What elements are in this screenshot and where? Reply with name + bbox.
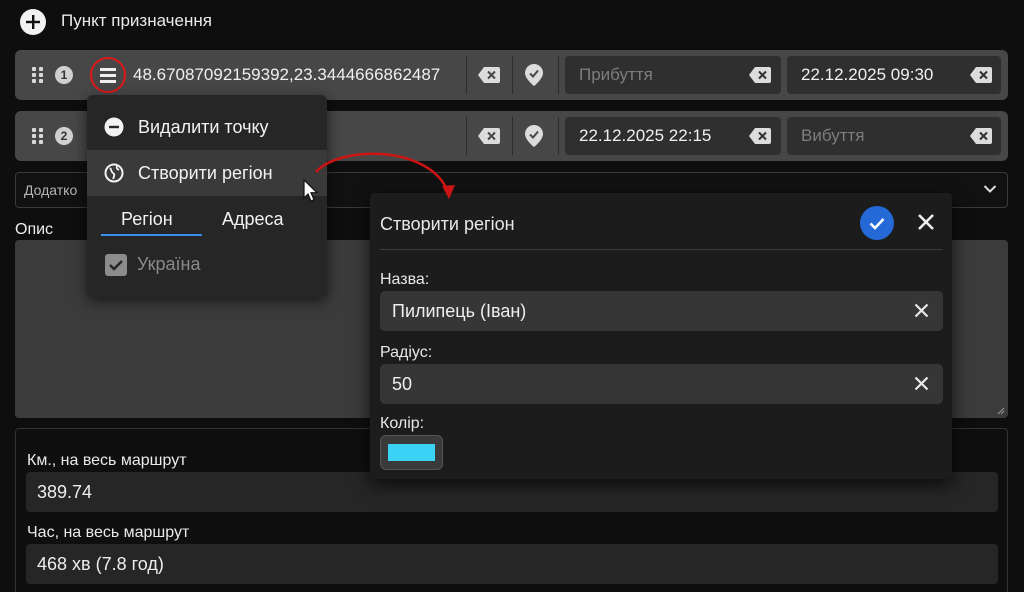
confirm-button[interactable] — [860, 206, 894, 240]
km-value: 389.74 — [37, 482, 93, 502]
delete-point-label: Видалити точку — [138, 117, 269, 137]
header-title: Пункт призначення — [61, 11, 212, 30]
arrival-value: 22.12.2025 22:15 — [579, 126, 712, 145]
description-label: Опис — [15, 221, 54, 238]
close-icon[interactable] — [917, 213, 935, 231]
plus-circle-icon — [26, 15, 40, 29]
time-value: 468 хв (7.8 год) — [37, 554, 164, 574]
remove-circle-icon — [104, 117, 124, 137]
waypoint-row-1: 1 48.67087092159392,23.3444666862487 При… — [15, 50, 1008, 100]
time-label: Час, на весь маршрут — [27, 524, 190, 541]
arrival-field[interactable]: Прибуття — [565, 56, 781, 94]
clear-departure-icon[interactable] — [970, 128, 992, 144]
clear-radius-icon[interactable] — [914, 376, 929, 391]
check-icon — [869, 218, 885, 230]
clear-name-icon[interactable] — [914, 303, 929, 318]
waypoint-menu-button[interactable] — [90, 57, 126, 93]
color-picker[interactable] — [380, 435, 443, 470]
tab-address[interactable]: Адреса — [222, 209, 284, 230]
delete-point-menu-item[interactable]: Видалити точку — [87, 104, 327, 150]
color-swatch — [388, 444, 435, 461]
chevron-down-icon — [983, 185, 997, 193]
dialog-title: Створити регіон — [380, 214, 515, 234]
checkmark-icon — [109, 260, 123, 271]
resize-handle-icon[interactable] — [996, 406, 1005, 415]
departure-placeholder: Вибуття — [801, 126, 865, 145]
drag-handle-icon[interactable] — [32, 67, 44, 84]
waypoint-context-menu: Видалити точку Створити регіон Регіон Ад… — [87, 95, 327, 297]
departure-value: 22.12.2025 09:30 — [801, 65, 934, 84]
create-region-dialog: Створити регіон Назва: Пилипець (Іван) Р… — [370, 193, 952, 479]
name-input[interactable]: Пилипець (Іван) — [380, 291, 943, 331]
ukraine-checkbox-label: Україна — [137, 254, 201, 274]
location-pin-icon[interactable] — [525, 64, 543, 86]
arrival-placeholder: Прибуття — [579, 65, 653, 84]
drag-handle-icon[interactable] — [32, 128, 44, 145]
waypoint-number-badge: 2 — [55, 127, 73, 145]
radius-input-value: 50 — [392, 374, 413, 394]
clear-coordinates-icon[interactable] — [478, 128, 500, 144]
departure-field[interactable]: 22.12.2025 09:30 — [787, 56, 1001, 94]
name-input-value: Пилипець (Іван) — [392, 301, 527, 321]
active-tab-indicator — [101, 234, 202, 236]
clear-arrival-icon[interactable] — [749, 67, 771, 83]
radius-label: Радіус: — [380, 344, 433, 361]
globe-icon — [104, 163, 124, 183]
arrival-field[interactable]: 22.12.2025 22:15 — [565, 117, 781, 155]
location-pin-icon[interactable] — [525, 125, 543, 147]
waypoint-number-badge: 1 — [55, 66, 73, 84]
coordinates-text[interactable]: 48.67087092159392,23.3444666862487 — [133, 65, 440, 85]
ukraine-checkbox[interactable] — [105, 254, 127, 276]
km-label: Км., на весь маршрут — [27, 452, 187, 469]
create-region-menu-item[interactable]: Створити регіон — [87, 150, 327, 196]
name-label: Назва: — [380, 271, 430, 288]
departure-field[interactable]: Вибуття — [787, 117, 1001, 155]
clear-arrival-icon[interactable] — [749, 128, 771, 144]
radius-input[interactable]: 50 — [380, 364, 943, 404]
dialog-divider — [380, 249, 943, 250]
create-region-label: Створити регіон — [138, 163, 273, 183]
color-label: Колір: — [380, 415, 425, 432]
clear-coordinates-icon[interactable] — [478, 67, 500, 83]
add-destination-button[interactable] — [20, 9, 46, 35]
clear-departure-icon[interactable] — [970, 67, 992, 83]
time-field: 468 хв (7.8 год) — [26, 544, 998, 584]
tab-region[interactable]: Регіон — [121, 209, 173, 230]
additional-label: Додатко — [24, 182, 78, 198]
